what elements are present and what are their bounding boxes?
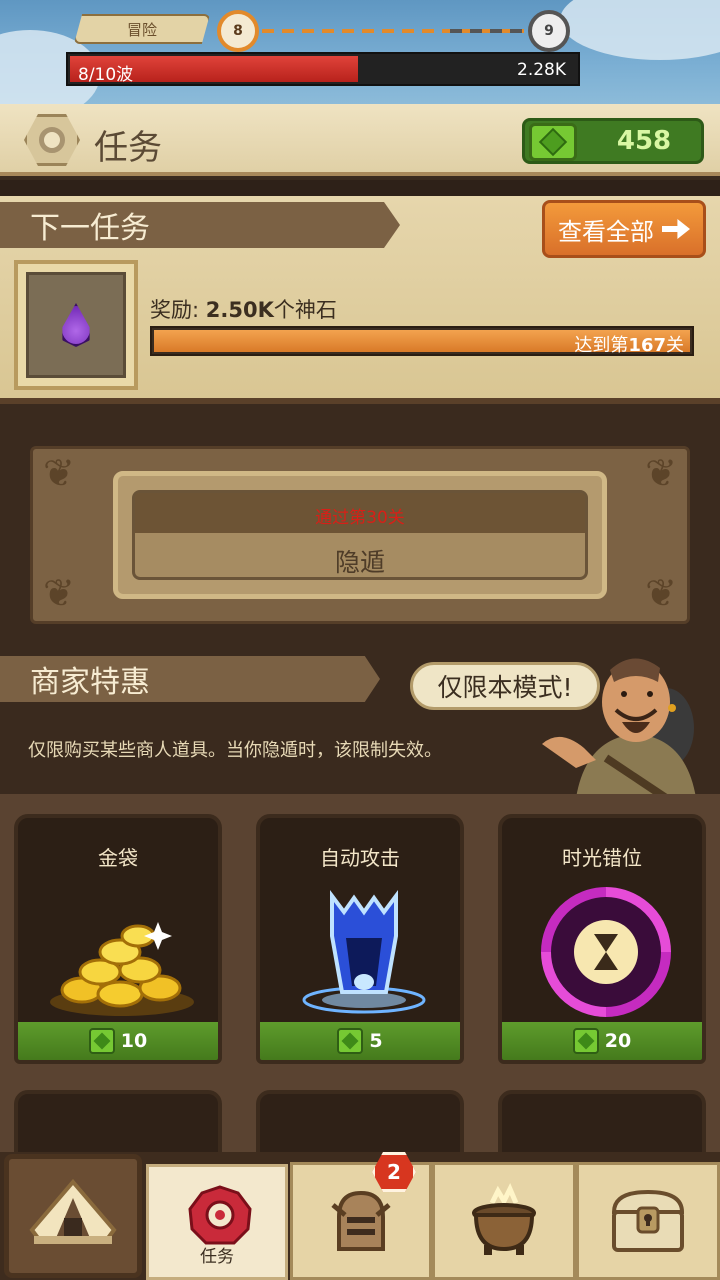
- next-quest-panel: 下一任务 查看全部 奖励: 2.50K个神石 达到第167关: [0, 196, 720, 404]
- gem-balance[interactable]: 458: [522, 118, 704, 164]
- gem-icon: [572, 1028, 599, 1054]
- current-stage-marker: 8: [217, 10, 259, 52]
- nav-tab-treasure[interactable]: [576, 1162, 720, 1280]
- gold-coins-icon: [50, 922, 194, 1016]
- reward-text: 奖励: 2.50K个神石: [150, 294, 337, 324]
- arrow-right-icon: [662, 219, 690, 239]
- divider: [0, 180, 720, 196]
- merchant-deals-title: 商家特惠: [0, 656, 380, 702]
- gem-count: 458: [616, 126, 672, 156]
- item-price-button[interactable]: 5: [260, 1022, 460, 1060]
- nav-tab-quests[interactable]: 任务: [146, 1164, 288, 1280]
- merchant-character-icon: [542, 658, 696, 798]
- quest-seal-icon: [188, 1185, 252, 1245]
- wave-progress-bar: 8/10波 2.28K: [66, 52, 580, 86]
- reward-prefix: 奖励:: [150, 298, 200, 322]
- item-name: 时光错位: [562, 846, 642, 870]
- view-all-button[interactable]: 查看全部: [542, 200, 706, 258]
- next-stage-marker: 9: [528, 10, 570, 52]
- quest-progress-bar: 达到第167关: [150, 326, 694, 356]
- nav-tab-cauldron[interactable]: [432, 1162, 576, 1280]
- wave-count: 8/10波: [78, 65, 134, 85]
- nav-tab-camp[interactable]: [4, 1154, 142, 1278]
- quest-progress-text: 达到第167关: [574, 335, 684, 356]
- reward-value: 2.50K: [205, 298, 274, 322]
- leaf-ornament-icon: ❦: [645, 571, 677, 615]
- knight-helmet-icon: [331, 1190, 391, 1251]
- shop-grid: 金袋 库存5 10 自动攻击 库存5 5: [0, 794, 720, 1170]
- quest-icon: [24, 114, 80, 166]
- time-warp-icon: [541, 887, 671, 1017]
- merchant-description: 仅限购买某些商人道具。当你隐遁时，该限制失效。: [28, 740, 442, 761]
- item-name: 金袋: [98, 846, 138, 870]
- prestige-frame: ❦ ❦ ❦ ❦ 通过第30关 隐遁: [30, 446, 690, 624]
- leaf-ornament-icon: ❦: [645, 451, 677, 495]
- bottom-nav: 任务 2: [0, 1152, 720, 1280]
- prestige-requirement: 通过第30关: [315, 508, 405, 528]
- leaf-ornament-icon: ❦: [43, 571, 75, 615]
- adventure-tab[interactable]: 冒险: [74, 14, 210, 44]
- auto-attack-icon: [302, 890, 426, 1014]
- page-title: 任务: [94, 128, 162, 168]
- item-price: 5: [369, 1030, 383, 1052]
- treasure-chest-icon: [611, 1189, 685, 1252]
- gem-icon: [337, 1028, 364, 1054]
- gem-icon: [88, 1028, 115, 1054]
- tent-icon: [29, 1178, 117, 1244]
- leaf-ornament-icon: ❦: [43, 451, 75, 495]
- shop-item-gold-bag[interactable]: 金袋 库存5 10: [14, 814, 222, 1064]
- gem-icon: [529, 123, 577, 161]
- view-all-label: 查看全部: [558, 217, 654, 246]
- shop-item-time-warp[interactable]: 时光错位 库存3 20: [498, 814, 706, 1064]
- nav-tab-quests-label: 任务: [200, 1247, 234, 1267]
- item-name: 自动攻击: [320, 846, 400, 870]
- item-price: 20: [604, 1030, 632, 1052]
- item-price-button[interactable]: 20: [502, 1022, 702, 1060]
- next-quest-title: 下一任务: [0, 202, 400, 248]
- item-price: 10: [120, 1030, 148, 1052]
- stage-remaining-dashes: [450, 29, 526, 33]
- reward-frame: [14, 260, 138, 390]
- item-price-button[interactable]: 10: [18, 1022, 218, 1060]
- cauldron-icon: [472, 1183, 536, 1255]
- prestige-label: 隐遁: [334, 548, 385, 577]
- reward-suffix: 个神石: [273, 298, 337, 322]
- cloud: [560, 0, 720, 60]
- top-bar: 冒险 8 9 8/10波 2.28K: [0, 0, 720, 104]
- quest-header: 任务 458: [0, 104, 720, 176]
- shop-item-auto-attack[interactable]: 自动攻击 库存5 5: [256, 814, 464, 1064]
- purple-drop-icon: [62, 303, 90, 347]
- enemy-hp: 2.28K: [517, 60, 566, 80]
- prestige-button[interactable]: 通过第30关 隐遁: [132, 490, 588, 580]
- prestige-section: ❦ ❦ ❦ ❦ 通过第30关 隐遁 商家特惠 仅限本模式! 仅限购买某些商人道具…: [0, 404, 720, 798]
